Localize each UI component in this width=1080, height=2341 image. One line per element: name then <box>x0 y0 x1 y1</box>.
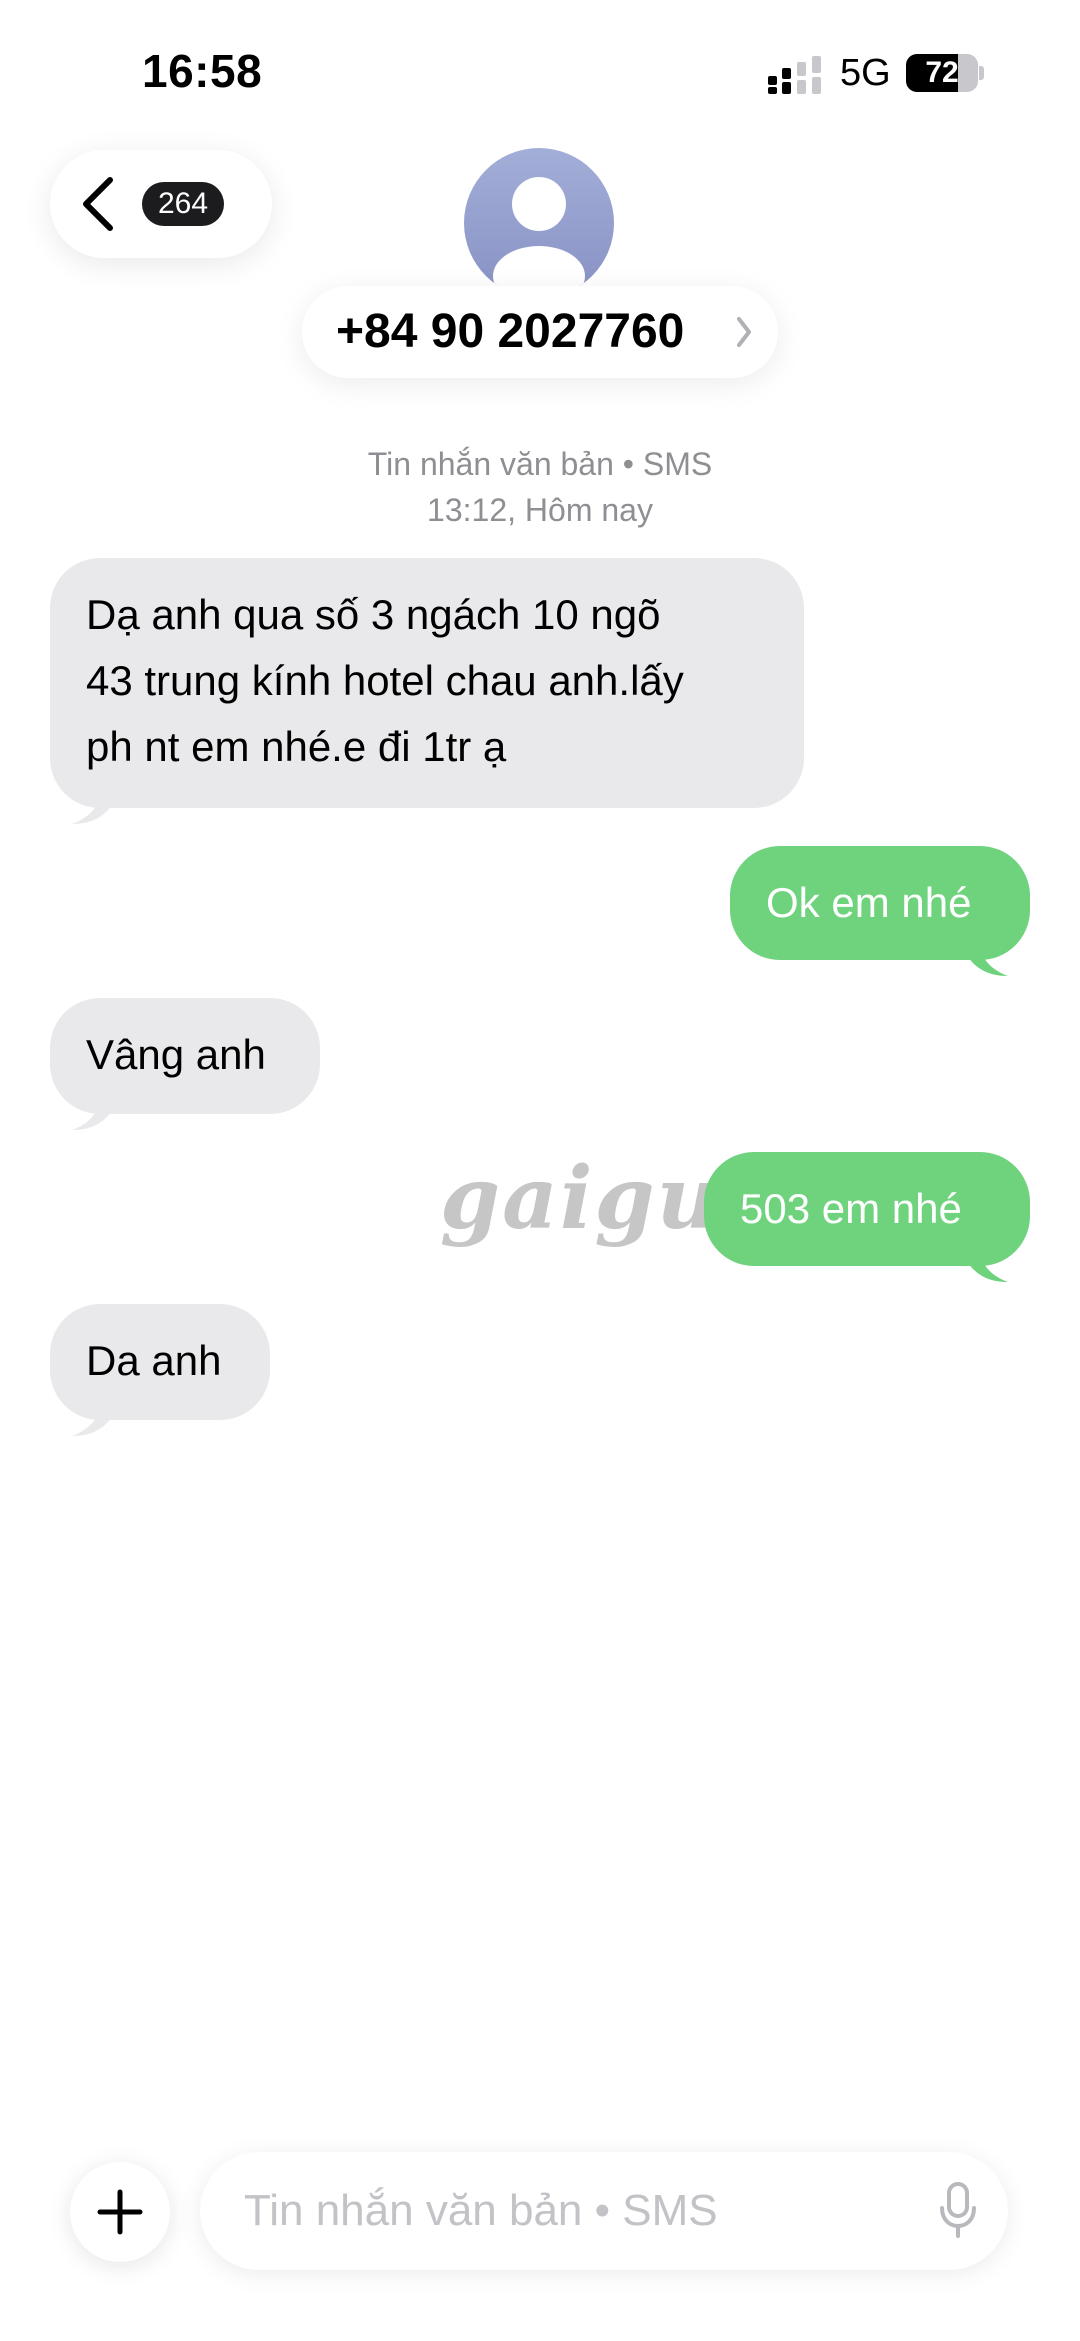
microphone-icon[interactable] <box>938 2182 978 2240</box>
message-text: Vâng anh <box>86 1031 266 1078</box>
message-type-label: Tin nhắn văn bản • SMS <box>367 446 713 482</box>
unread-count-badge: 264 <box>142 182 225 226</box>
battery-icon: 72 <box>906 54 984 92</box>
bubble-tail <box>72 1100 114 1130</box>
watermark: gaigu <box>440 1148 722 1249</box>
contact-name: +84 90 2027760 <box>336 305 685 358</box>
person-silhouette-icon <box>493 177 585 298</box>
message-line: ph nt em nhé.e đi 1tr ạ <box>86 723 507 770</box>
message-input[interactable]: Tin nhắn văn bản • SMS <box>200 2152 1008 2270</box>
bubble-tail <box>72 794 114 824</box>
message-bubble-sent[interactable]: 503 em nhé <box>704 1152 1030 1266</box>
battery-percent: 72 <box>925 56 959 89</box>
message-timestamp: 13:12, Hôm nay <box>427 492 653 528</box>
contact-name-button[interactable]: +84 90 2027760 <box>302 286 778 378</box>
bubble-tail <box>966 946 1008 976</box>
message-bubble-sent[interactable]: Ok em nhé <box>730 846 1030 960</box>
contact-avatar[interactable] <box>464 148 614 298</box>
message-input-placeholder: Tin nhắn văn bản • SMS <box>244 2186 718 2235</box>
add-attachment-button[interactable] <box>70 2162 170 2262</box>
message-line: Dạ anh qua số 3 ngách 10 ngõ <box>86 591 661 638</box>
status-time: 16:58 <box>142 45 263 97</box>
bubble-tail <box>966 1252 1008 1282</box>
plus-icon <box>97 2189 143 2235</box>
bubble-tail <box>72 1406 114 1436</box>
message-text: Da anh <box>86 1337 222 1384</box>
chevron-left-icon <box>83 177 113 231</box>
cellular-signal-icon <box>768 56 821 94</box>
message-bubble-received[interactable]: Da anh <box>50 1304 270 1420</box>
network-type: 5G <box>840 52 891 94</box>
message-line: 43 trung kính hotel chau anh.lấy <box>86 657 684 704</box>
message-text: 503 em nhé <box>740 1185 962 1232</box>
message-bubble-received[interactable]: Dạ anh qua số 3 ngách 10 ngõ 43 trung kí… <box>50 558 804 808</box>
message-bubble-received[interactable]: Vâng anh <box>50 998 320 1114</box>
message-text: Ok em nhé <box>766 879 972 926</box>
back-button[interactable]: 264 <box>50 150 272 258</box>
chevron-right-icon <box>737 317 751 347</box>
